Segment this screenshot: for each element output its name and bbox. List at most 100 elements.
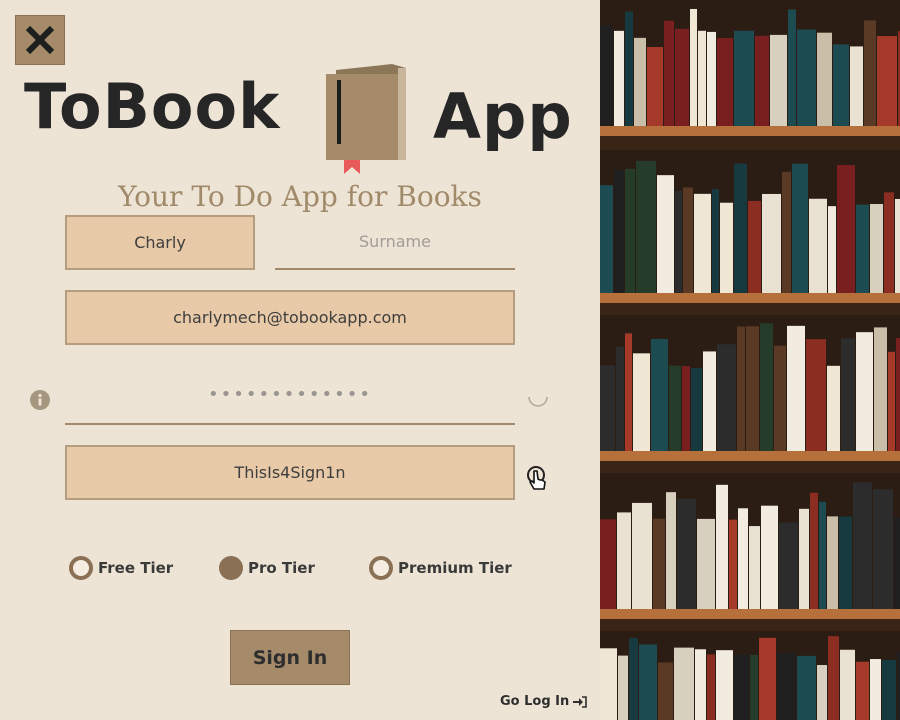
book-spine bbox=[806, 339, 826, 451]
book-spine bbox=[697, 518, 715, 609]
surname-placeholder: Surname bbox=[359, 232, 431, 251]
premium-tier-radio[interactable] bbox=[369, 556, 393, 580]
hand-cursor-icon bbox=[527, 466, 546, 490]
book-spine bbox=[797, 655, 816, 720]
book-spine bbox=[888, 351, 895, 451]
password-field[interactable]: ••••••••••••• bbox=[65, 370, 515, 425]
book-spine bbox=[674, 647, 694, 720]
book-spine bbox=[896, 338, 900, 451]
book-spine bbox=[616, 346, 624, 451]
pro-tier-option[interactable]: Pro Tier bbox=[219, 555, 315, 581]
book-spine bbox=[707, 654, 715, 720]
book-spine bbox=[841, 338, 855, 451]
book-spine bbox=[625, 11, 633, 127]
email-field[interactable]: charlymech@tobookapp.com bbox=[65, 290, 515, 345]
book-spine bbox=[707, 31, 716, 126]
book-spine bbox=[894, 517, 900, 609]
book-spine bbox=[629, 637, 638, 720]
book-spine bbox=[748, 200, 761, 293]
book-spine bbox=[625, 168, 635, 293]
book-spine bbox=[788, 9, 796, 126]
book-spine bbox=[774, 345, 786, 451]
book-spine bbox=[837, 164, 855, 293]
book-spine bbox=[782, 171, 791, 293]
book-spine bbox=[639, 644, 657, 720]
book-spine bbox=[749, 526, 760, 609]
book-spine bbox=[840, 649, 855, 720]
book-spine bbox=[666, 492, 676, 609]
book-spine bbox=[694, 193, 711, 293]
book-spine bbox=[787, 325, 805, 451]
book-spine bbox=[636, 160, 656, 293]
book-spine bbox=[779, 522, 798, 609]
app-subtitle: Your To Do App for Books bbox=[118, 180, 482, 213]
book-spine bbox=[600, 648, 617, 720]
confirm-password-field[interactable]: ThisIs4Sign1n bbox=[65, 445, 515, 500]
book-spine bbox=[827, 365, 840, 451]
premium-tier-label: Premium Tier bbox=[398, 559, 512, 577]
book-spine bbox=[720, 202, 733, 293]
bookshelf-image bbox=[600, 0, 900, 720]
book-spine bbox=[737, 326, 745, 451]
book-spine bbox=[617, 512, 631, 609]
email-field-value: charlymech@tobookapp.com bbox=[173, 308, 407, 327]
name-field-value: Charly bbox=[134, 233, 186, 252]
book-spine bbox=[625, 333, 632, 451]
book-spine bbox=[827, 516, 838, 609]
book-spine bbox=[618, 655, 628, 720]
book-spine bbox=[738, 508, 748, 609]
close-icon bbox=[25, 25, 55, 55]
book-spine bbox=[657, 175, 674, 293]
book-spine bbox=[712, 189, 719, 293]
book-spine bbox=[777, 652, 796, 720]
surname-field[interactable]: Surname bbox=[275, 215, 515, 270]
name-field[interactable]: Charly bbox=[65, 215, 255, 270]
close-button[interactable] bbox=[15, 15, 65, 65]
go-log-in-link[interactable]: Go Log In bbox=[500, 694, 588, 709]
book-spine bbox=[600, 185, 613, 293]
book-spine bbox=[877, 36, 897, 126]
book-spine bbox=[762, 193, 781, 293]
pro-tier-radio[interactable] bbox=[219, 556, 243, 580]
book-spine bbox=[734, 30, 754, 127]
book-spine bbox=[755, 35, 769, 126]
book-spine bbox=[853, 482, 872, 609]
book-spine bbox=[664, 20, 674, 126]
book-spine bbox=[658, 662, 673, 720]
book-spine bbox=[828, 636, 839, 720]
sign-in-button-label: Sign In bbox=[252, 646, 328, 669]
password-mask: ••••••••••••• bbox=[207, 384, 373, 405]
book-icon bbox=[326, 64, 406, 174]
book-spine bbox=[691, 367, 702, 451]
info-icon[interactable] bbox=[30, 390, 50, 410]
free-tier-radio[interactable] bbox=[69, 556, 93, 580]
book-spine bbox=[695, 649, 706, 720]
book-spine bbox=[690, 8, 697, 126]
free-tier-label: Free Tier bbox=[98, 559, 174, 577]
book-spine bbox=[632, 502, 652, 609]
book-spine bbox=[675, 191, 682, 293]
book-spine bbox=[634, 37, 646, 126]
book-spine bbox=[698, 30, 706, 127]
free-tier-option[interactable]: Free Tier bbox=[69, 555, 173, 581]
book-spine bbox=[809, 198, 827, 293]
book-spine bbox=[614, 30, 624, 126]
book-spine bbox=[703, 351, 716, 451]
book-spine bbox=[856, 204, 869, 293]
book-spine bbox=[839, 516, 852, 609]
premium-tier-option[interactable]: Premium Tier bbox=[369, 555, 512, 581]
go-log-in-label: Go Log In bbox=[500, 694, 570, 709]
book-spine bbox=[770, 34, 787, 127]
book-spine bbox=[734, 163, 747, 293]
book-spine bbox=[817, 665, 827, 720]
signup-panel: ToBook App Your To Do App for Books Char… bbox=[0, 0, 600, 720]
book-spine bbox=[760, 323, 773, 451]
book-spine bbox=[797, 29, 816, 126]
sign-in-button[interactable]: Sign In bbox=[230, 630, 350, 685]
book-spine bbox=[600, 25, 613, 127]
book-spine bbox=[683, 187, 693, 293]
book-spine bbox=[761, 505, 778, 609]
pro-tier-label: Pro Tier bbox=[248, 559, 315, 577]
book-spine bbox=[600, 519, 616, 609]
sign-in-arrow-icon bbox=[573, 695, 588, 708]
